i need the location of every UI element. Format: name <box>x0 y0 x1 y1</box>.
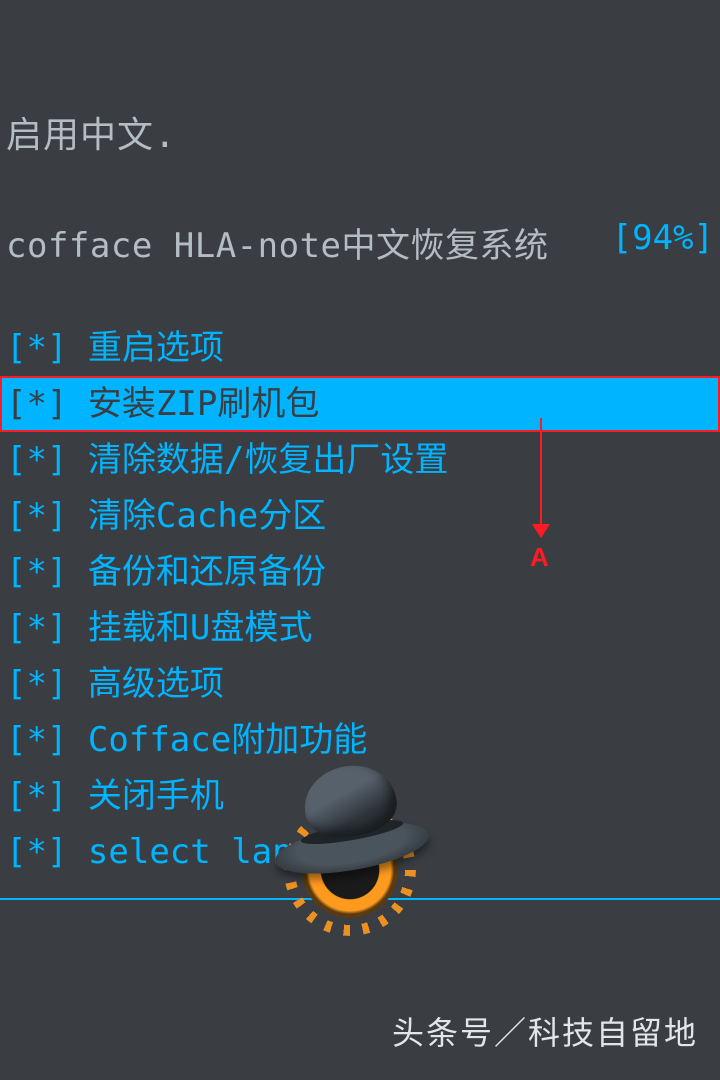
menu-item-advanced[interactable]: [*] 高级选项 <box>0 656 720 712</box>
annotation-label: A <box>530 542 549 573</box>
main-menu: [*] 重启选项 [*] 安装ZIP刷机包 [*] 清除数据/恢复出厂设置 [*… <box>0 320 720 880</box>
bullet-icon: [*] <box>6 608 67 648</box>
bullet-icon: [*] <box>6 440 67 480</box>
menu-item-label: 挂载和U盘模式 <box>88 608 312 648</box>
watermark-text: 头条号／科技自留地 <box>392 1008 698 1054</box>
bullet-icon: [*] <box>6 384 67 424</box>
menu-item-mounts-storage[interactable]: [*] 挂载和U盘模式 <box>0 600 720 656</box>
menu-item-label: 安装ZIP刷机包 <box>88 384 319 424</box>
status-message: 启用中文. <box>6 106 177 158</box>
menu-item-label: Cofface附加功能 <box>88 720 367 760</box>
menu-item-cofface-extras[interactable]: [*] Cofface附加功能 <box>0 712 720 768</box>
menu-item-label: 重启选项 <box>88 328 224 368</box>
bullet-icon: [*] <box>6 328 67 368</box>
recovery-title: cofface HLA-note中文恢复系统 <box>6 218 549 267</box>
menu-item-label: 高级选项 <box>88 664 224 704</box>
menu-item-label: 清除数据/恢复出厂设置 <box>88 440 448 480</box>
menu-item-wipe-cache[interactable]: [*] 清除Cache分区 <box>0 488 720 544</box>
bullet-icon: [*] <box>6 496 67 536</box>
menu-item-power-off[interactable]: [*] 关闭手机 <box>0 768 720 824</box>
bullet-icon: [*] <box>6 720 67 760</box>
menu-item-install-zip[interactable]: [*] 安装ZIP刷机包 <box>0 376 720 432</box>
menu-item-backup-restore[interactable]: [*] 备份和还原备份 <box>0 544 720 600</box>
annotation-arrow-icon <box>540 418 542 526</box>
bullet-icon: [*] <box>6 832 67 872</box>
battery-indicator: [94%] <box>612 218 714 258</box>
bullet-icon: [*] <box>6 664 67 704</box>
menu-item-label: 清除Cache分区 <box>88 496 326 536</box>
menu-item-select-language[interactable]: [*] select language <box>0 824 720 880</box>
bullet-icon: [*] <box>6 552 67 592</box>
menu-item-label: select language <box>88 832 395 872</box>
bullet-icon: [*] <box>6 776 67 816</box>
recovery-screen: 启用中文. cofface HLA-note中文恢复系统 [94%] [*] 重… <box>0 0 720 1080</box>
menu-item-reboot[interactable]: [*] 重启选项 <box>0 320 720 376</box>
menu-divider <box>0 898 720 900</box>
menu-item-wipe-data[interactable]: [*] 清除数据/恢复出厂设置 <box>0 432 720 488</box>
menu-item-label: 备份和还原备份 <box>88 552 326 592</box>
menu-item-label: 关闭手机 <box>88 776 224 816</box>
